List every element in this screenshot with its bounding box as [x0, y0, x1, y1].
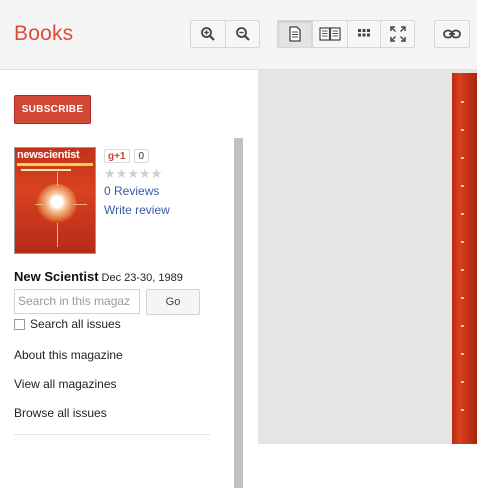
cover-strip — [17, 163, 93, 166]
gplus-widget: g+1 0 — [104, 149, 150, 163]
cover-orb — [37, 184, 77, 224]
page-preview[interactable] — [452, 73, 477, 444]
cover-strip-2 — [21, 169, 71, 171]
about-magazine-link[interactable]: About this magazine — [14, 348, 123, 362]
sidebar: SUBSCRIBE newscientist g+1 0 ★★★★★ 0 Rev… — [0, 70, 258, 488]
page-dot — [461, 325, 464, 327]
gplus-count: 0 — [133, 149, 150, 163]
app-header: Books — [0, 0, 477, 70]
grid-icon — [358, 29, 370, 37]
two-page-view-button[interactable] — [313, 21, 348, 47]
go-button[interactable]: Go — [146, 289, 200, 315]
page-dot — [461, 409, 464, 411]
fullscreen-icon — [389, 26, 406, 42]
page-dot — [461, 213, 464, 215]
magazine-cover[interactable]: newscientist — [14, 147, 96, 254]
link-icon — [443, 29, 461, 39]
page-dot — [461, 129, 464, 131]
link-group — [434, 20, 470, 48]
zoom-out-icon — [235, 27, 250, 41]
magazine-name: New Scientist — [14, 269, 99, 284]
zoom-in-icon — [201, 27, 215, 41]
link-button[interactable] — [435, 21, 469, 47]
search-all-checkbox[interactable] — [14, 318, 25, 330]
sidebar-scrollbar[interactable] — [234, 138, 243, 488]
thumbnail-view-button[interactable] — [348, 21, 381, 47]
zoom-in-button[interactable] — [191, 21, 226, 47]
search-all-label: Search all issues — [30, 317, 121, 331]
zoom-group — [190, 20, 260, 48]
page-dot — [461, 241, 464, 243]
page-dot — [461, 157, 464, 159]
sidebar-divider — [14, 434, 210, 435]
rating-stars: ★★★★★ — [104, 166, 163, 181]
cover-ray — [57, 172, 58, 186]
issue-date: Dec 23-30, 1989 — [101, 272, 183, 284]
two-page-icon — [319, 27, 341, 41]
search-all-issues-option[interactable]: Search all issues — [14, 317, 121, 331]
page-dot — [461, 381, 464, 383]
browse-all-issues-link[interactable]: Browse all issues — [14, 406, 107, 420]
page-dot — [461, 297, 464, 299]
gplus-button[interactable]: g+1 — [104, 149, 130, 163]
zoom-out-button[interactable] — [226, 21, 259, 47]
search-input[interactable]: Search in this magaz — [14, 289, 140, 314]
page-dot — [461, 269, 464, 271]
cover-masthead: newscientist — [17, 149, 80, 161]
book-viewer[interactable] — [258, 70, 477, 444]
fullscreen-button[interactable] — [381, 21, 414, 47]
subscribe-button[interactable]: SUBSCRIBE — [14, 95, 91, 124]
cover-ray — [35, 204, 43, 205]
view-mode-group — [277, 20, 415, 48]
page-dot — [461, 101, 464, 103]
page-dot — [461, 353, 464, 355]
write-review-link[interactable]: Write review — [104, 203, 170, 217]
reviews-link[interactable]: 0 Reviews — [104, 184, 159, 198]
single-page-icon — [289, 26, 301, 42]
books-logo[interactable]: Books — [14, 22, 73, 46]
page-dot — [461, 185, 464, 187]
magazine-title: New Scientist Dec 23-30, 1989 — [14, 269, 183, 284]
cover-ray — [73, 204, 87, 205]
view-all-magazines-link[interactable]: View all magazines — [14, 377, 117, 391]
single-page-view-button[interactable] — [278, 21, 313, 47]
cover-ray — [57, 223, 58, 247]
